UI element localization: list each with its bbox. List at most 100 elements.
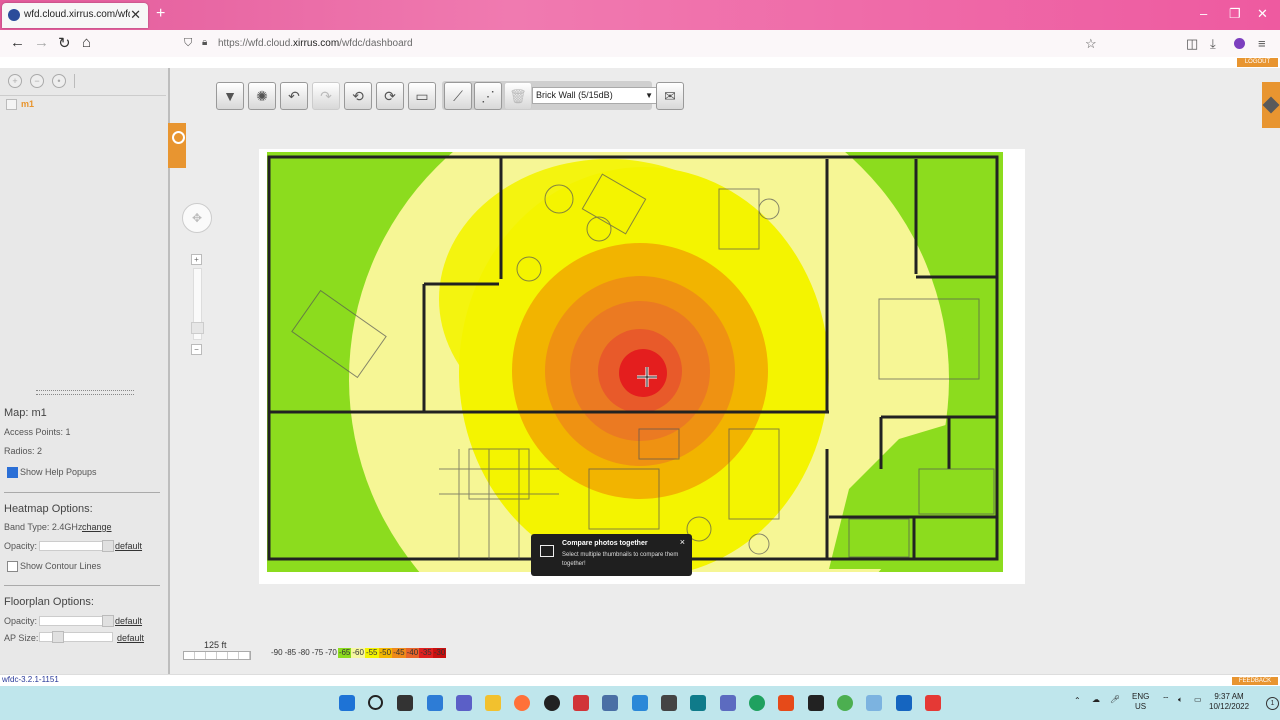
volume-icon[interactable]: 🔈︎ [1178, 695, 1183, 705]
shield-icon[interactable]: ⛉ [184, 37, 192, 50]
settings-icon[interactable]: ✺ [248, 82, 276, 110]
floorplan-heatmap[interactable] [259, 149, 1025, 584]
new-tab-button[interactable]: + [156, 5, 165, 23]
contour-lines-checkbox[interactable] [7, 561, 18, 572]
terminal-icon[interactable] [808, 695, 824, 711]
reload-icon[interactable]: ↻ [58, 34, 71, 52]
add-location-icon[interactable]: + [8, 74, 22, 88]
close-tab-icon[interactable]: ✕ [130, 7, 141, 23]
photos-app-icon[interactable] [866, 695, 882, 711]
close-icon[interactable]: × [680, 537, 685, 547]
pocket-icon[interactable]: ◫ [1186, 36, 1198, 52]
email-icon[interactable]: ✉ [656, 82, 684, 110]
downloads-icon[interactable]: ⤓ [1210, 36, 1216, 52]
ap-size-default-link[interactable]: default [117, 633, 144, 643]
github-icon[interactable] [544, 695, 560, 711]
band-type-label: Band Type: 2.4GHz [4, 522, 83, 532]
edit-location-icon[interactable]: • [52, 74, 66, 88]
close-window-icon[interactable]: ✕ [1257, 6, 1268, 22]
toolbar-divider [74, 74, 75, 88]
snipping-tool-icon[interactable] [925, 695, 941, 711]
account-avatar-icon[interactable] [1234, 38, 1245, 49]
file-explorer-icon[interactable] [485, 695, 501, 711]
battery-icon[interactable]: ▭ [1194, 695, 1202, 704]
firefox-icon[interactable] [514, 695, 530, 711]
ap-size-knob[interactable] [52, 631, 64, 643]
forward-icon[interactable]: → [34, 34, 49, 51]
app-icon[interactable] [690, 695, 706, 711]
save-icon[interactable]: ▼ [216, 82, 244, 110]
app-icon[interactable] [661, 695, 677, 711]
layers-icon [1262, 96, 1280, 114]
delete-icon[interactable]: 🗑︎ [504, 82, 532, 110]
powershell-icon[interactable] [632, 695, 648, 711]
chrome-icon[interactable] [837, 695, 853, 711]
clock[interactable]: 9:37 AM 10/12/2022 [1209, 692, 1249, 712]
tree-item-label: m1 [21, 99, 35, 109]
zoom-out-button[interactable]: − [191, 344, 202, 355]
browser-tab[interactable]: wfd.cloud.xirrus.com/wfdc/da ✕ [2, 3, 148, 28]
widgets-icon[interactable] [427, 695, 443, 711]
back-icon[interactable]: ← [10, 34, 25, 51]
heatmap-opacity-default-link[interactable]: default [115, 541, 142, 551]
section-divider [4, 585, 160, 586]
tree-item-m1[interactable]: m1 [6, 99, 35, 111]
language-indicator[interactable]: ENG US [1132, 692, 1149, 712]
clock-time: 9:37 AM [1214, 692, 1244, 701]
ruler-icon[interactable]: ▭ [408, 82, 436, 110]
task-view-icon[interactable] [397, 695, 413, 711]
wall-type-select[interactable]: Brick Wall (5/15dB) ▼ [532, 87, 657, 104]
show-help-checkbox[interactable] [7, 467, 18, 478]
feedback-button[interactable]: FEEDBACK [1232, 677, 1278, 685]
rotate-icon[interactable]: ⟳ [376, 82, 404, 110]
search-icon[interactable] [368, 695, 383, 710]
rotate-add-icon[interactable]: ⟲ [344, 82, 372, 110]
microphone-icon[interactable]: 🎤︎ [1110, 695, 1120, 704]
browser-tab-bar [0, 0, 1280, 30]
sidebar [0, 68, 170, 674]
tab-title: wfd.cloud.xirrus.com/wfdc/da [24, 9, 130, 20]
app-icon[interactable] [602, 695, 618, 711]
notification-icon[interactable]: 1 [1266, 697, 1279, 710]
app-icon[interactable] [573, 695, 589, 711]
home-icon[interactable]: ⌂ [82, 34, 91, 51]
menu-icon[interactable]: ≡ [1258, 36, 1266, 51]
app-icon[interactable] [778, 695, 794, 711]
sidebar-toggle-button[interactable] [168, 123, 186, 168]
maximize-icon[interactable]: ❐ [1229, 6, 1241, 22]
sidebar-divider [0, 95, 166, 96]
cloud-icon[interactable]: ☁ [1092, 695, 1100, 704]
signal-legend: -90 -85 -80 -75 -70 -65 -60 -55 -50 -45 -40 -35 -30 [270, 648, 447, 658]
minimize-icon[interactable]: – [1200, 6, 1207, 21]
toast-notification[interactable]: Compare photos together Select multiple … [531, 534, 692, 576]
wifi-icon[interactable]: ⌔ [1162, 695, 1170, 705]
ap-size-slider[interactable] [39, 632, 113, 642]
zoom-in-button[interactable]: + [191, 254, 202, 265]
site-favicon-icon [8, 9, 20, 21]
layers-toggle-button[interactable] [1262, 82, 1280, 128]
heatmap-svg [267, 152, 1003, 572]
calculator-icon[interactable] [720, 695, 736, 711]
redo-icon[interactable]: ↷ [312, 82, 340, 110]
floorplan-opacity-default-link[interactable]: default [115, 616, 142, 626]
chat-icon[interactable] [456, 695, 472, 711]
address-bar[interactable]: https://wfd.cloud.xirrus.com/wfdc/dashbo… [218, 38, 413, 49]
draw-wall-icon[interactable]: ⟋ [444, 82, 472, 110]
chevron-up-icon[interactable]: ⌃ [1074, 696, 1081, 705]
edge-icon[interactable] [749, 695, 765, 711]
start-icon[interactable] [339, 695, 355, 711]
pan-control[interactable]: ✥ [182, 203, 212, 233]
remove-location-icon[interactable]: − [30, 74, 44, 88]
heatmap-opacity-knob[interactable] [102, 540, 114, 552]
draw-polyline-icon[interactable]: ⋰ [474, 82, 502, 110]
lock-icon[interactable]: 🔒︎ [202, 37, 207, 48]
zoom-slider-knob[interactable] [191, 322, 204, 334]
change-band-link[interactable]: change [82, 522, 112, 532]
floorplan-opacity-knob[interactable] [102, 615, 114, 627]
access-points-count: Access Points: 1 [4, 427, 71, 437]
app-icon[interactable] [896, 695, 912, 711]
bookmark-star-icon[interactable]: ☆ [1085, 36, 1097, 52]
undo-icon[interactable]: ↶ [280, 82, 308, 110]
logout-button[interactable]: LOGOUT [1237, 58, 1278, 67]
resize-grip[interactable] [36, 390, 134, 395]
